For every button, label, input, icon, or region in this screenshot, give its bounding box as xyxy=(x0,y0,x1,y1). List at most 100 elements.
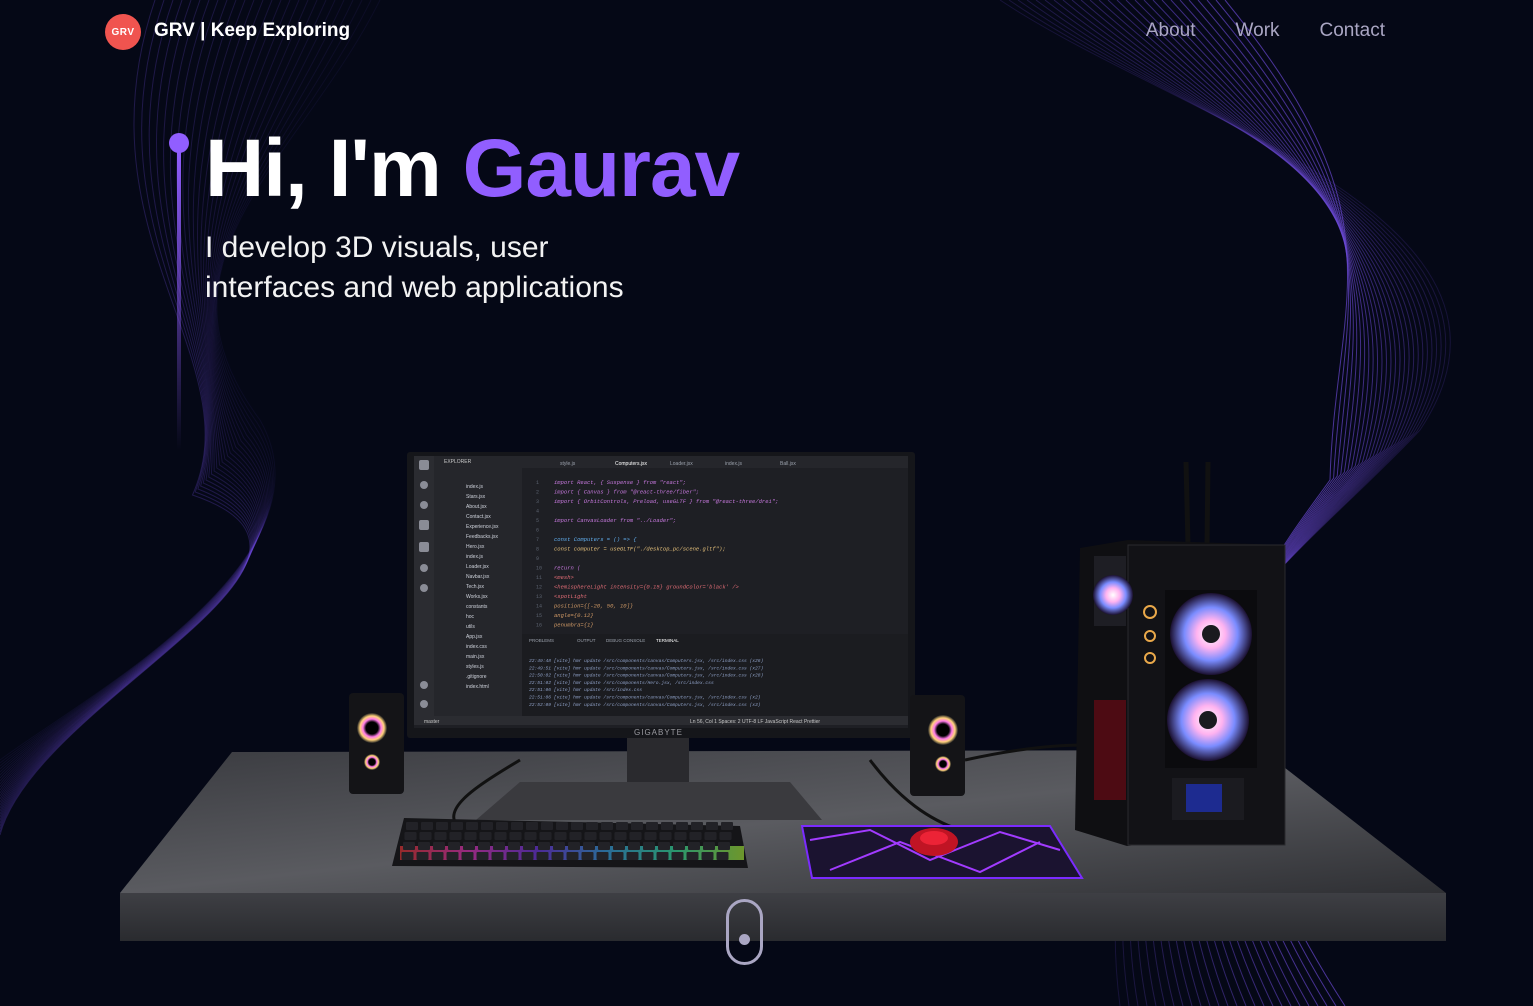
keyboard-key xyxy=(416,852,429,860)
navbar: GRV GRV | Keep Exploring About Work Cont… xyxy=(0,0,1533,64)
keyboard-key xyxy=(626,852,639,860)
keyboard-key xyxy=(523,842,535,850)
keyboard-key xyxy=(418,842,430,850)
keyboard-key xyxy=(581,852,594,860)
monitor-stand-neck xyxy=(627,734,689,784)
hero-rail-line xyxy=(177,150,181,450)
code-line: import { OrbitControls, Preload, useGLTF… xyxy=(554,498,778,505)
terminal-line: 22:49:51 [vite] hmr update /src/componen… xyxy=(529,665,764,671)
keyboard-key xyxy=(466,822,478,830)
keyboard-key xyxy=(404,832,417,840)
editor-file-item: Hero.jsx xyxy=(466,544,485,550)
editor-file-item: index.css xyxy=(466,644,487,650)
code-line: angle={0.12} xyxy=(554,612,594,619)
keyboard-key xyxy=(629,832,642,840)
editor-file-item: Experience.jsx xyxy=(466,524,499,530)
logo-icon[interactable]: GRV xyxy=(105,14,141,50)
keyboard-key xyxy=(421,822,433,830)
hero-greeting: Hi, I'm xyxy=(205,123,442,214)
code-line: <mesh> xyxy=(554,574,574,581)
editor-file-item: hoc xyxy=(466,614,475,620)
editor-file-item: Stars.jsx xyxy=(466,494,486,500)
keyboard-key xyxy=(479,832,492,840)
keyboard-key xyxy=(446,852,459,860)
code-line: const Computers = () => { xyxy=(554,536,637,543)
keyboard-key xyxy=(691,822,703,830)
keyboard-key xyxy=(611,852,624,860)
nav-link-contact[interactable]: Contact xyxy=(1320,20,1385,42)
hero-subtitle-line1: I develop 3D visuals, user xyxy=(205,231,549,264)
nav-link-work[interactable]: Work xyxy=(1236,20,1280,42)
scroll-dot-icon xyxy=(739,934,750,945)
keyboard-key xyxy=(641,852,654,860)
keyboard-key xyxy=(586,822,598,830)
terminal-line: 22:50:02 [vite] hmr update /src/componen… xyxy=(529,673,764,679)
code-line-number: 5 xyxy=(536,518,539,524)
code-line-number: 2 xyxy=(536,490,539,496)
hero-subtitle-line2: interfaces and web applications xyxy=(205,271,624,304)
desk-front xyxy=(120,893,1446,941)
keyboard-key xyxy=(706,822,718,830)
keyboard-key xyxy=(556,822,568,830)
code-line: <spotLight xyxy=(554,593,587,600)
keyboard-key xyxy=(461,852,474,860)
keyboard-key xyxy=(476,852,489,860)
code-line: return ( xyxy=(554,565,580,572)
scroll-down-indicator[interactable] xyxy=(726,899,763,965)
keyboard-key xyxy=(478,842,490,850)
keyboard-key xyxy=(524,832,537,840)
keyboard-key xyxy=(536,852,549,860)
keyboard-key xyxy=(448,842,460,850)
keyboard-key xyxy=(718,842,730,850)
editor-file-item: App.jsx xyxy=(466,634,483,640)
mouse xyxy=(910,828,958,856)
code-line-number: 7 xyxy=(536,537,539,543)
code-line-number: 10 xyxy=(536,566,542,572)
speaker-right xyxy=(910,695,965,796)
keyboard-key xyxy=(646,822,658,830)
keyboard-key xyxy=(551,852,564,860)
keyboard-key xyxy=(659,832,672,840)
editor-file-item: Loader.jsx xyxy=(466,564,489,570)
hero-name: Gaurav xyxy=(462,123,741,214)
keyboard-key xyxy=(661,822,673,830)
terminal-line: 22:51:02 [vite] hmr update /src/componen… xyxy=(529,680,714,686)
speaker-left xyxy=(349,693,404,794)
code-line: import CanvasLoader from "../Loader"; xyxy=(554,517,676,524)
keyboard-key xyxy=(431,852,444,860)
keyboard-key xyxy=(463,842,475,850)
keyboard-key xyxy=(539,832,552,840)
editor-file-item: Navbar.jsx xyxy=(466,574,490,580)
keyboard-key xyxy=(496,822,508,830)
code-line-number: 1 xyxy=(536,480,539,486)
nav-link-about[interactable]: About xyxy=(1146,20,1196,42)
keyboard-key xyxy=(403,842,415,850)
panel-tab: PROBLEMS xyxy=(529,638,554,643)
editor-tab-bar xyxy=(522,456,908,468)
code-line-number: 13 xyxy=(536,594,542,600)
keyboard-key xyxy=(554,832,567,840)
editor-file-item: styles.js xyxy=(466,664,484,670)
keyboard-key xyxy=(401,852,414,860)
keyboard-key xyxy=(631,822,643,830)
keyboard-key xyxy=(643,842,655,850)
keyboard xyxy=(392,818,748,868)
terminal-line: 22:51:06 [vite] hmr update /src/index.cs… xyxy=(529,687,642,693)
editor-file-item: Works.jsx xyxy=(466,594,488,600)
keyboard-key xyxy=(671,852,684,860)
editor-file-item: About.jsx xyxy=(466,504,487,510)
code-line-number: 16 xyxy=(536,623,542,629)
keyboard-key xyxy=(494,832,507,840)
keyboard-key xyxy=(584,832,597,840)
keyboard-key xyxy=(628,842,640,850)
keyboard-key xyxy=(673,842,685,850)
keyboard-key xyxy=(689,832,702,840)
keyboard-key xyxy=(614,832,627,840)
editor-file-item: Feedbacks.jsx xyxy=(466,534,498,540)
brand-title[interactable]: GRV | Keep Exploring xyxy=(154,20,350,42)
code-line-number: 11 xyxy=(536,575,542,581)
keyboard-key xyxy=(686,852,699,860)
keyboard-key xyxy=(449,832,462,840)
keyboard-key xyxy=(436,822,448,830)
keyboard-key xyxy=(509,832,522,840)
